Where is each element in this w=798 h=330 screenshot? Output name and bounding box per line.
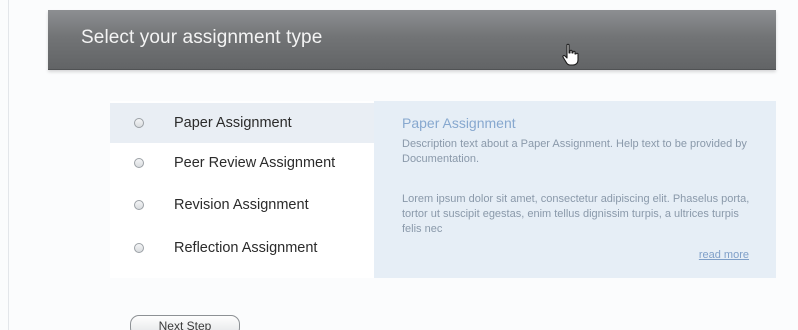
radio-button-icon[interactable] [134,158,144,168]
option-revision-assignment[interactable]: Revision Assignment [110,185,374,225]
next-step-button[interactable]: Next Step [130,315,240,330]
page-border [8,0,9,330]
radio-button-icon[interactable] [134,200,144,210]
option-paper-assignment[interactable]: Paper Assignment [110,103,374,143]
description-body: Lorem ipsum dolor sit amet, consectetur … [402,193,750,235]
page-title: Select your assignment type [81,27,323,48]
assignment-options-list: Paper Assignment Peer Review Assignment … [110,101,374,278]
description-text: Description text about a Paper Assignmen… [402,138,747,165]
option-label: Revision Assignment [174,197,309,213]
radio-button-icon[interactable] [134,243,144,253]
option-reflection-assignment[interactable]: Reflection Assignment [110,228,374,268]
hand-pointer-icon [562,43,579,66]
assignment-type-page: Select your assignment type Paper Assign… [0,0,798,330]
description-title: Paper Assignment [402,115,516,131]
header-bar: Select your assignment type [48,10,776,70]
read-more-link[interactable]: read more [699,249,749,261]
radio-button-icon[interactable] [134,118,144,128]
assignment-selector: Paper Assignment Peer Review Assignment … [110,101,776,278]
option-label: Paper Assignment [174,115,292,131]
option-label: Peer Review Assignment [174,155,336,171]
description-panel: Paper Assignment Description text about … [374,101,776,278]
option-label: Reflection Assignment [174,240,318,256]
option-peer-review-assignment[interactable]: Peer Review Assignment [110,143,374,183]
